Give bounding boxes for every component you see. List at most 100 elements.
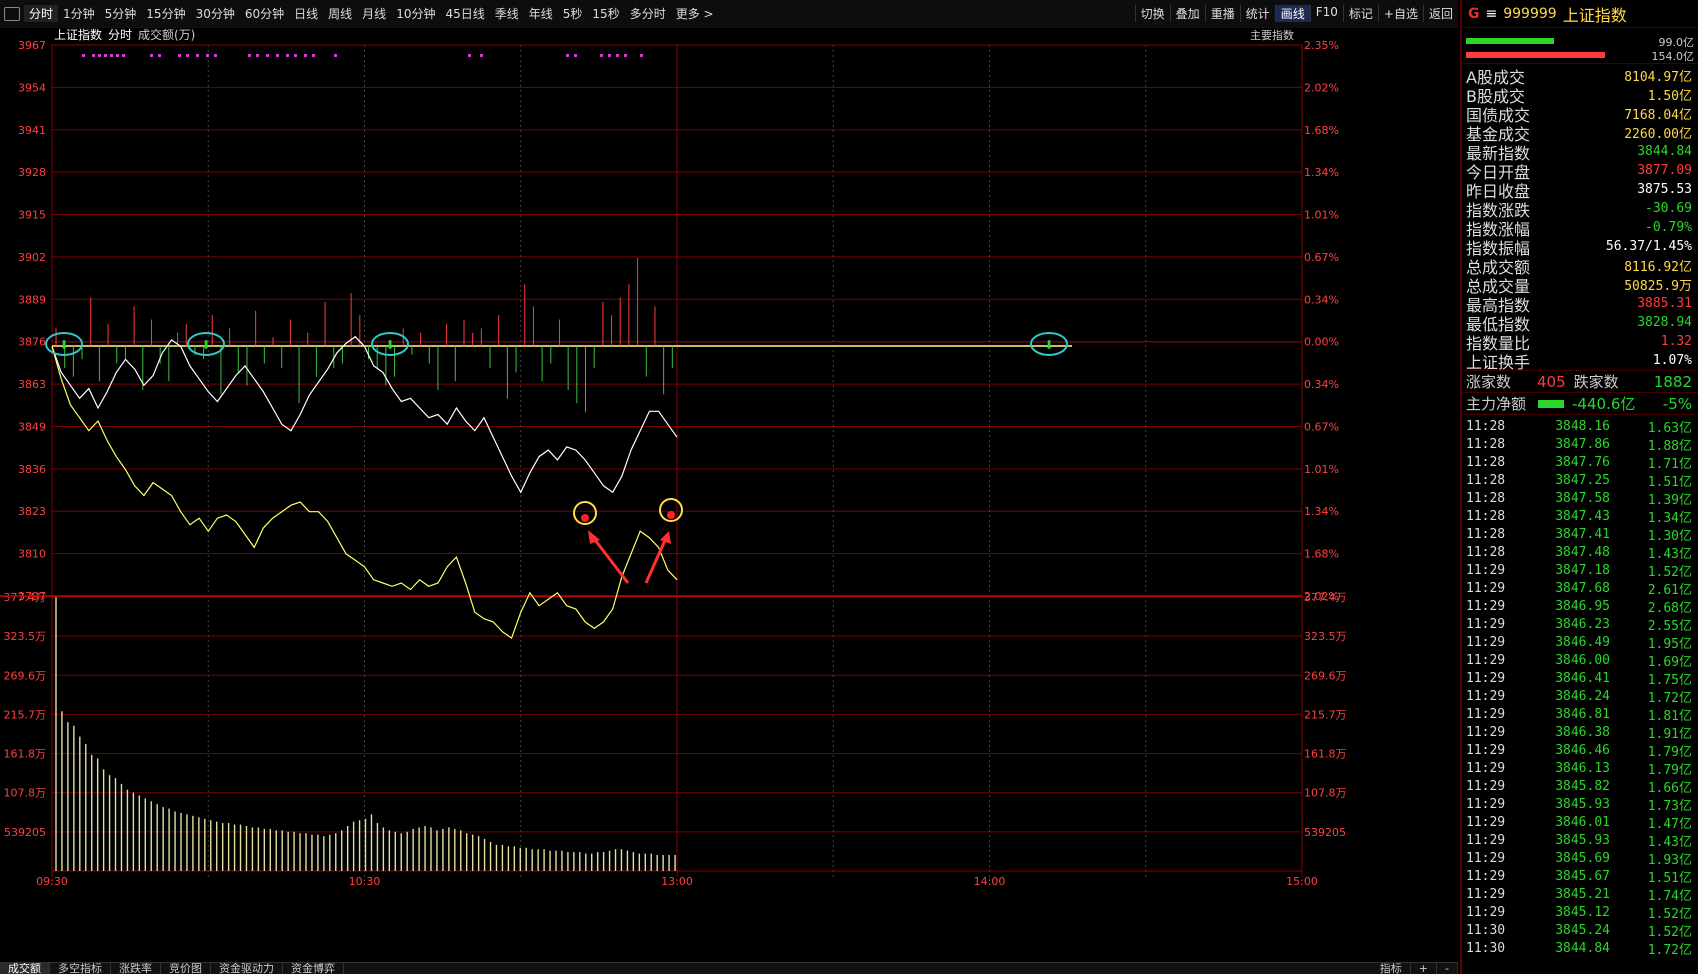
tick-amount: 1.74亿: [1647, 888, 1692, 904]
tick-row[interactable]: 11:29 3845.93 1.43亿: [1462, 831, 1698, 850]
period-tab-3[interactable]: 15分钟: [141, 5, 190, 22]
tick-row[interactable]: 11:29 3845.93 1.73亿: [1462, 795, 1698, 814]
event-dot: [480, 54, 483, 57]
tick-row[interactable]: 11:29 3845.82 1.66亿: [1462, 777, 1698, 796]
tick-row[interactable]: 11:29 3845.12 1.52亿: [1462, 903, 1698, 922]
tool-button-5[interactable]: F10: [1309, 5, 1343, 22]
period-tab-11[interactable]: 季线: [490, 5, 524, 22]
chart-toolbar: 分时 1分钟 5分钟 15分钟 30分钟 60分钟 日线 周线 月线 10分钟 45日线 季线 年线 5秒…: [0, 0, 1458, 28]
tick-row[interactable]: 11:29 3846.00 1.69亿: [1462, 651, 1698, 670]
pct-tick-label: 1.01%: [1304, 209, 1339, 222]
period-tab-12[interactable]: 年线: [524, 5, 558, 22]
tick-amount: 1.79亿: [1647, 744, 1692, 760]
tick-time: 11:28: [1466, 454, 1506, 470]
period-tab-6[interactable]: 日线: [289, 5, 323, 22]
tick-amount: 1.81亿: [1647, 708, 1692, 724]
tick-row[interactable]: 11:28 3847.43 1.34亿: [1462, 507, 1698, 526]
tick-time: 11:29: [1466, 724, 1506, 740]
tick-row[interactable]: 11:29 3845.21 1.74亿: [1462, 885, 1698, 904]
tick-row[interactable]: 11:28 3847.48 1.43亿: [1462, 543, 1698, 562]
indicator-tab-0[interactable]: 成交额: [0, 963, 50, 974]
indicator-tab-5[interactable]: 资金博弈: [283, 963, 344, 974]
indicator-tab-1[interactable]: 多空指标: [50, 963, 111, 974]
period-tab-16[interactable]: 更多 >: [671, 5, 719, 22]
price-tick-label: 3928: [18, 166, 46, 179]
tick-time: 11:28: [1466, 544, 1506, 560]
tick-time: 11:28: [1466, 526, 1506, 542]
tick-row[interactable]: 11:29 3846.01 1.47亿: [1462, 813, 1698, 832]
period-tab-5[interactable]: 60分钟: [240, 5, 289, 22]
indicator-control-0[interactable]: 指标: [1372, 963, 1411, 974]
tick-row[interactable]: 11:29 3846.23 2.55亿: [1462, 615, 1698, 634]
tool-button-0[interactable]: 切换: [1134, 5, 1170, 22]
indicator-tab-4[interactable]: 资金驱动力: [211, 963, 283, 974]
tool-button-4[interactable]: 画线: [1274, 5, 1310, 22]
tick-row[interactable]: 11:28 3848.16 1.63亿: [1462, 417, 1698, 436]
pct-tick-label: 0.00%: [1304, 336, 1339, 349]
period-tab-8[interactable]: 月线: [357, 5, 391, 22]
flag-label: G: [1468, 5, 1480, 22]
tick-price: 3847.58: [1555, 490, 1610, 506]
tick-row[interactable]: 11:30 3844.84 1.72亿: [1462, 939, 1698, 958]
tick-price: 3844.84: [1555, 940, 1610, 956]
tick-row[interactable]: 11:29 3847.68 2.61亿: [1462, 579, 1698, 598]
tick-time: 11:29: [1466, 850, 1506, 866]
tick-row[interactable]: 11:29 3846.49 1.95亿: [1462, 633, 1698, 652]
event-dot: [116, 54, 119, 57]
tick-row[interactable]: 11:30 3845.24 1.52亿: [1462, 921, 1698, 940]
tick-row[interactable]: 11:29 3845.69 1.93亿: [1462, 849, 1698, 868]
tool-button-7[interactable]: +自选: [1377, 5, 1423, 22]
low-dot: [581, 514, 589, 522]
tick-amount: 1.69亿: [1647, 654, 1692, 670]
tick-row[interactable]: 11:29 3846.38 1.91亿: [1462, 723, 1698, 742]
tool-button-3[interactable]: 统计: [1239, 5, 1275, 22]
tool-button-2[interactable]: 重播: [1204, 5, 1240, 22]
tool-button-8[interactable]: 返回: [1422, 5, 1458, 22]
period-tab-4[interactable]: 30分钟: [191, 5, 240, 22]
tool-button-6[interactable]: 标记: [1342, 5, 1378, 22]
menu-icon[interactable]: [4, 6, 20, 21]
tick-price: 3847.86: [1555, 436, 1610, 452]
chart-volume-label: 成交额(万): [138, 28, 195, 42]
volume-tick-label-right: 377.4万: [1304, 591, 1347, 604]
tick-list[interactable]: 11:28 3848.16 1.63亿 11:28 3847.86 1.88亿 11:28 3…: [1462, 415, 1698, 958]
period-tab-2[interactable]: 5分钟: [100, 5, 142, 22]
tick-time: 11:28: [1466, 418, 1506, 434]
tick-row[interactable]: 11:29 3847.18 1.52亿: [1462, 561, 1698, 580]
indicator-control-1[interactable]: +: [1411, 963, 1438, 974]
period-tab-0[interactable]: 分时: [24, 5, 59, 22]
indicator-tab-2[interactable]: 涨跌率: [111, 963, 161, 974]
tick-amount: 1.52亿: [1647, 564, 1692, 580]
annotation-arrow: [590, 535, 630, 584]
stat-value: 3828.94: [1637, 315, 1692, 330]
period-tab-13[interactable]: 5秒: [558, 5, 588, 22]
period-tab-15[interactable]: 多分时: [625, 5, 671, 22]
period-tab-14[interactable]: 15秒: [587, 5, 624, 22]
period-tab-7[interactable]: 周线: [323, 5, 357, 22]
tick-row[interactable]: 11:28 3847.76 1.71亿: [1462, 453, 1698, 472]
intraday-chart[interactable]: 3967 2.35% 3954 2.02% 3941 1.68% 3928 1.34% 3915…: [0, 28, 1458, 962]
period-tab-1[interactable]: 1分钟: [58, 5, 100, 22]
tick-row[interactable]: 11:29 3846.95 2.68亿: [1462, 597, 1698, 616]
tick-row[interactable]: 11:29 3846.24 1.72亿: [1462, 687, 1698, 706]
tick-row[interactable]: 11:28 3847.86 1.88亿: [1462, 435, 1698, 454]
period-tab-9[interactable]: 10分钟: [391, 5, 440, 22]
advance-decline: 涨家数 405 跌家数 1882: [1462, 371, 1698, 393]
tick-row[interactable]: 11:28 3847.58 1.39亿: [1462, 489, 1698, 508]
tick-row[interactable]: 11:29 3845.67 1.51亿: [1462, 867, 1698, 886]
tick-row[interactable]: 11:28 3847.25 1.51亿: [1462, 471, 1698, 490]
indicator-tab-3[interactable]: 竞价图: [161, 963, 211, 974]
price-tick-label: 3902: [18, 251, 46, 264]
tick-amount: 1.73亿: [1647, 798, 1692, 814]
period-tab-10[interactable]: 45日线: [440, 5, 489, 22]
tick-row[interactable]: 11:29 3846.46 1.79亿: [1462, 741, 1698, 760]
tick-row[interactable]: 11:29 3846.81 1.81亿: [1462, 705, 1698, 724]
price-tick-label: 3863: [18, 378, 46, 391]
tool-button-1[interactable]: 叠加: [1169, 5, 1205, 22]
menu-icon[interactable]: ≡: [1486, 6, 1498, 22]
tick-row[interactable]: 11:29 3846.13 1.79亿: [1462, 759, 1698, 778]
indicator-control-2[interactable]: -: [1437, 963, 1458, 974]
tick-price: 3847.48: [1555, 544, 1610, 560]
tick-row[interactable]: 11:28 3847.41 1.30亿: [1462, 525, 1698, 544]
tick-row[interactable]: 11:29 3846.41 1.75亿: [1462, 669, 1698, 688]
